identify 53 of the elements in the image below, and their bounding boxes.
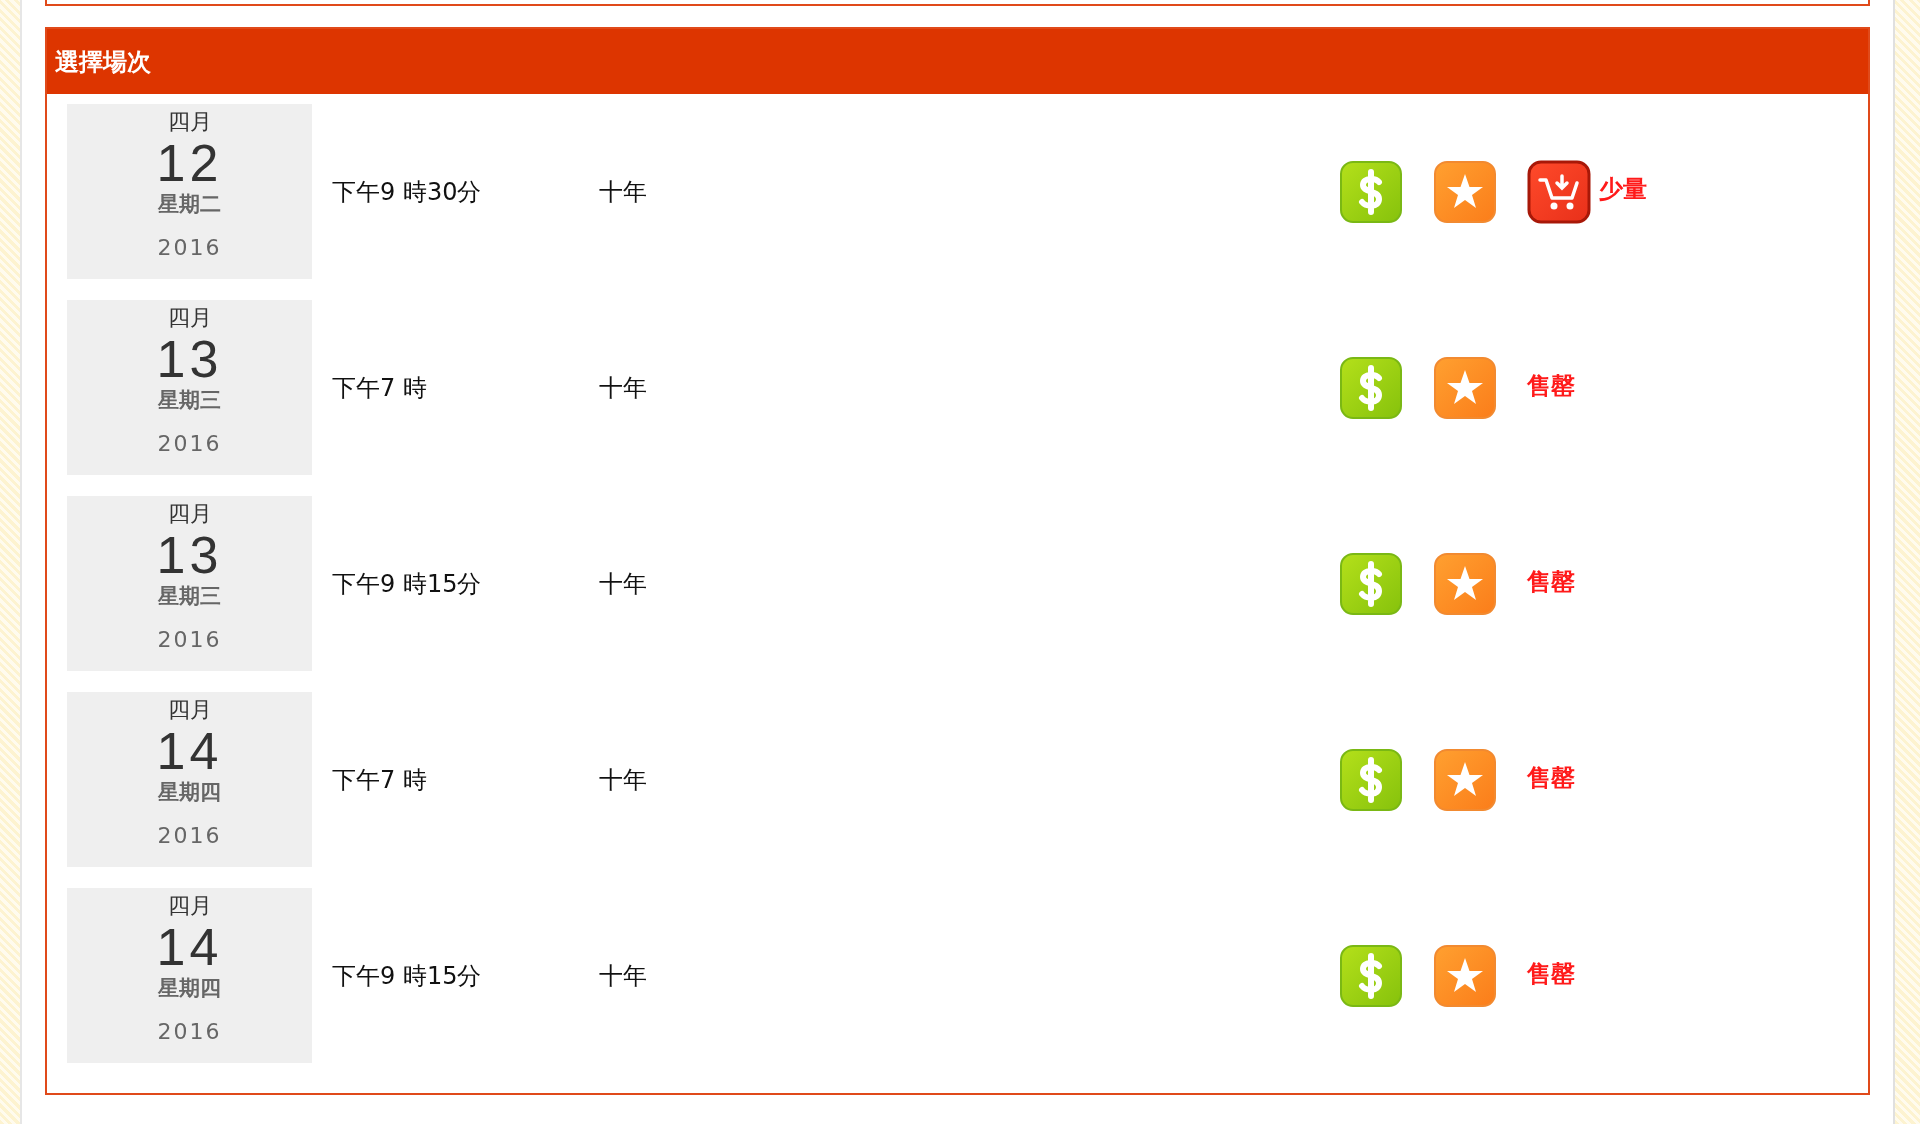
weekday-label: 星期三 bbox=[158, 583, 221, 610]
month-label: 四月 bbox=[167, 696, 212, 724]
month-label: 四月 bbox=[167, 304, 212, 332]
month-label: 四月 bbox=[167, 500, 212, 528]
session-time: 下午7 時 bbox=[332, 764, 428, 796]
favorite-button[interactable] bbox=[1433, 551, 1497, 616]
show-title: 十年 bbox=[599, 568, 648, 600]
session-time: 下午9 時15分 bbox=[332, 960, 483, 992]
weekday-label: 星期三 bbox=[158, 387, 221, 414]
sold-out-label: 售罄 bbox=[1527, 958, 1575, 990]
price-button[interactable] bbox=[1339, 355, 1403, 420]
session-time: 下午9 時30分 bbox=[332, 176, 483, 208]
year-label: 2016 bbox=[157, 430, 222, 458]
year-label: 2016 bbox=[157, 626, 222, 654]
day-number: 13 bbox=[156, 332, 223, 386]
year-label: 2016 bbox=[157, 234, 222, 262]
weekday-label: 星期二 bbox=[158, 191, 221, 218]
cart-icon bbox=[1527, 159, 1591, 224]
favorite-button[interactable] bbox=[1433, 159, 1497, 224]
cart-button[interactable] bbox=[1527, 159, 1591, 224]
month-label: 四月 bbox=[167, 108, 212, 136]
availability-label: 少量 bbox=[1599, 173, 1647, 205]
session-time: 下午9 時15分 bbox=[332, 568, 483, 600]
day-number: 14 bbox=[156, 920, 223, 974]
show-title: 十年 bbox=[599, 372, 648, 404]
sold-out-label: 售罄 bbox=[1527, 762, 1575, 794]
show-title: 十年 bbox=[599, 960, 648, 992]
dollar-icon bbox=[1339, 159, 1403, 224]
weekday-label: 星期四 bbox=[158, 975, 221, 1002]
weekday-label: 星期四 bbox=[158, 779, 221, 806]
dollar-icon bbox=[1339, 943, 1403, 1008]
price-button[interactable] bbox=[1339, 943, 1403, 1008]
favorite-button[interactable] bbox=[1433, 355, 1497, 420]
sold-out-label: 售罄 bbox=[1527, 566, 1575, 598]
dollar-icon bbox=[1339, 747, 1403, 812]
year-label: 2016 bbox=[157, 822, 222, 850]
sold-out-label: 售罄 bbox=[1527, 370, 1575, 402]
day-number: 14 bbox=[156, 724, 223, 778]
day-number: 12 bbox=[156, 136, 223, 190]
dollar-icon bbox=[1339, 551, 1403, 616]
day-number: 13 bbox=[156, 528, 223, 582]
price-button[interactable] bbox=[1339, 747, 1403, 812]
panel-title: 選擇場次 bbox=[55, 46, 151, 78]
year-label: 2016 bbox=[157, 1018, 222, 1046]
session-time: 下午7 時 bbox=[332, 372, 428, 404]
show-title: 十年 bbox=[599, 176, 648, 208]
dollar-icon bbox=[1339, 355, 1403, 420]
price-button[interactable] bbox=[1339, 159, 1403, 224]
favorite-button[interactable] bbox=[1433, 747, 1497, 812]
month-label: 四月 bbox=[167, 892, 212, 920]
price-button[interactable] bbox=[1339, 551, 1403, 616]
show-title: 十年 bbox=[599, 764, 648, 796]
favorite-button[interactable] bbox=[1433, 943, 1497, 1008]
